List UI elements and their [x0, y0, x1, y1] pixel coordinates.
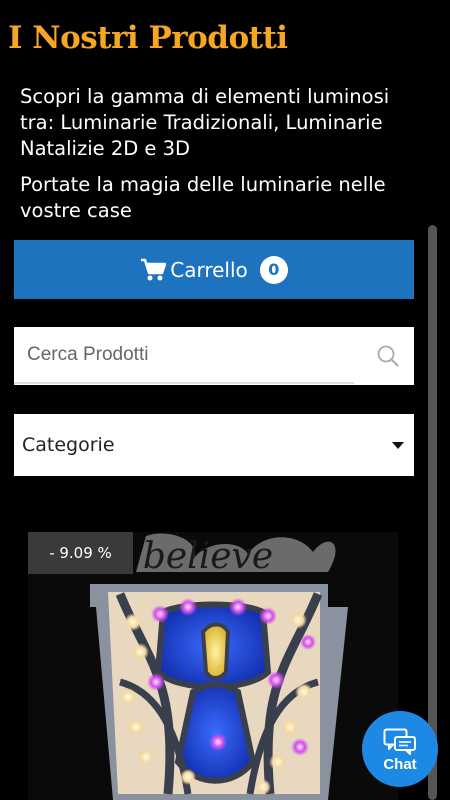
cart-label: Carrello — [170, 257, 248, 282]
product-image-text: believe — [143, 536, 273, 577]
page-description: Scopri la gamma di elementi luminosi tra… — [20, 85, 390, 160]
chat-label: Chat — [383, 755, 417, 773]
cart-icon — [141, 258, 167, 280]
search-icon[interactable] — [376, 344, 400, 368]
chat-icon — [383, 728, 416, 755]
cart-count-badge: 0 — [259, 255, 288, 284]
search-box — [14, 327, 414, 385]
chat-button[interactable]: Chat — [362, 711, 438, 787]
scrollbar[interactable] — [428, 225, 437, 800]
page-title: I Nostri Prodotti — [8, 20, 288, 56]
category-select-label: Categorie — [22, 434, 115, 456]
page-tagline: Portate la magia delle luminarie nelle v… — [20, 173, 386, 222]
category-select[interactable]: Categorie — [14, 414, 414, 476]
discount-badge: - 9.09 % — [28, 532, 133, 574]
cart-button[interactable]: Carrello 0 — [14, 240, 414, 299]
chevron-down-icon — [392, 441, 404, 449]
search-input[interactable] — [14, 328, 354, 384]
